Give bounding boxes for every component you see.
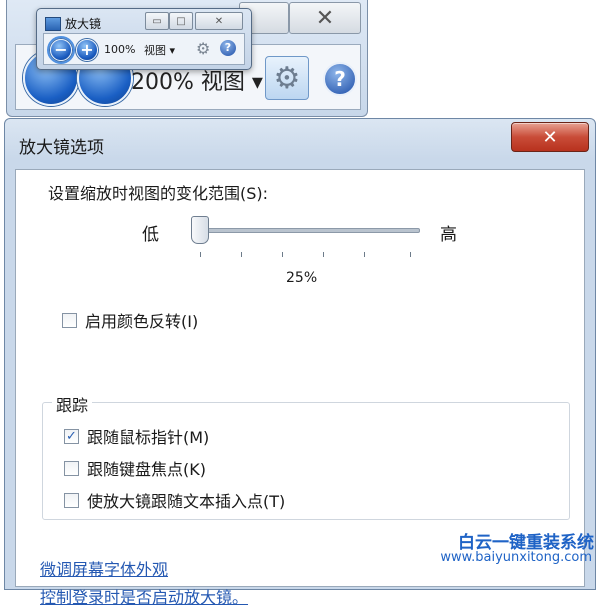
options-gear-icon[interactable]: ⚙	[196, 39, 210, 58]
tracking-group-title: 跟踪	[52, 392, 93, 416]
watermark-url: www.baiyunxitong.com	[440, 550, 592, 565]
help-icon[interactable]: ?	[220, 40, 236, 56]
slider-high-label: 高	[440, 225, 457, 245]
slider-tick	[364, 252, 365, 257]
follow-mouse-label: 跟随鼠标指针(M)	[87, 428, 210, 447]
follow-keyboard-label: 跟随键盘焦点(K)	[87, 460, 206, 479]
bg-zoom-level: 200%	[131, 70, 194, 95]
slider-tick	[200, 252, 201, 257]
font-appearance-link[interactable]: 微调屏幕字体外观	[40, 556, 168, 580]
slider-low-label: 低	[142, 225, 159, 245]
magnifier-toolbar: − + 100% 视图 ▾ ⚙ ?	[43, 33, 245, 65]
bg-close-button: ✕	[289, 2, 361, 34]
follow-keyboard-checkbox[interactable]	[64, 460, 79, 476]
logon-magnifier-link[interactable]: 控制登录时是否启动放大镜。	[40, 584, 248, 608]
dialog-content: 设置缩放时视图的变化范围(S): 低 高 25% 启用颜色反转(I) 跟踪 ✓ …	[15, 169, 585, 607]
magnifier-window: 放大镜 ▭ □ ✕ − + 100% 视图 ▾ ⚙ ?	[36, 8, 252, 70]
zoom-range-slider-thumb[interactable]	[191, 216, 209, 244]
zoom-out-button[interactable]: −	[47, 36, 75, 64]
close-button[interactable]: ✕	[195, 12, 243, 30]
invert-colors-option[interactable]: 启用颜色反转(I)	[62, 308, 198, 332]
zoom-in-button[interactable]: +	[76, 39, 98, 61]
zoom-range-label: 设置缩放时视图的变化范围(S):	[48, 184, 269, 203]
follow-mouse-checkbox[interactable]: ✓	[64, 428, 79, 444]
zoom-range-slider-track[interactable]	[202, 228, 420, 233]
dialog-title: 放大镜选项	[19, 138, 104, 158]
follow-text-cursor-label: 使放大镜跟随文本插入点(T)	[87, 492, 286, 511]
view-menu-button[interactable]: 视图 ▾	[144, 42, 175, 58]
slider-tick	[241, 252, 242, 257]
minimize-button[interactable]: ▭	[145, 12, 169, 30]
slider-tick	[410, 252, 411, 257]
dialog-close-button[interactable]: ✕	[511, 122, 589, 152]
zoom-level: 100%	[104, 43, 136, 56]
follow-keyboard-option[interactable]: 跟随键盘焦点(K)	[64, 456, 206, 480]
bg-gear-icon: ⚙	[265, 56, 309, 100]
bg-help-icon: ?	[323, 62, 357, 96]
slider-tick	[323, 252, 324, 257]
slider-tick	[282, 252, 283, 257]
invert-colors-checkbox[interactable]	[62, 312, 77, 328]
magnifier-app-icon	[45, 17, 61, 31]
magnifier-options-dialog: 放大镜选项 ✕ 设置缩放时视图的变化范围(S): 低 高 25% 启用颜色反转(…	[4, 118, 596, 607]
follow-text-cursor-checkbox[interactable]	[64, 492, 79, 508]
magnifier-title: 放大镜	[65, 17, 102, 31]
follow-mouse-option[interactable]: ✓ 跟随鼠标指针(M)	[64, 424, 209, 448]
maximize-button[interactable]: □	[169, 12, 193, 30]
follow-text-cursor-option[interactable]: 使放大镜跟随文本插入点(T)	[64, 488, 285, 512]
invert-colors-label: 启用颜色反转(I)	[85, 312, 199, 331]
bg-view-label: 视图 ▾	[200, 70, 263, 95]
slider-value: 25%	[286, 270, 318, 286]
